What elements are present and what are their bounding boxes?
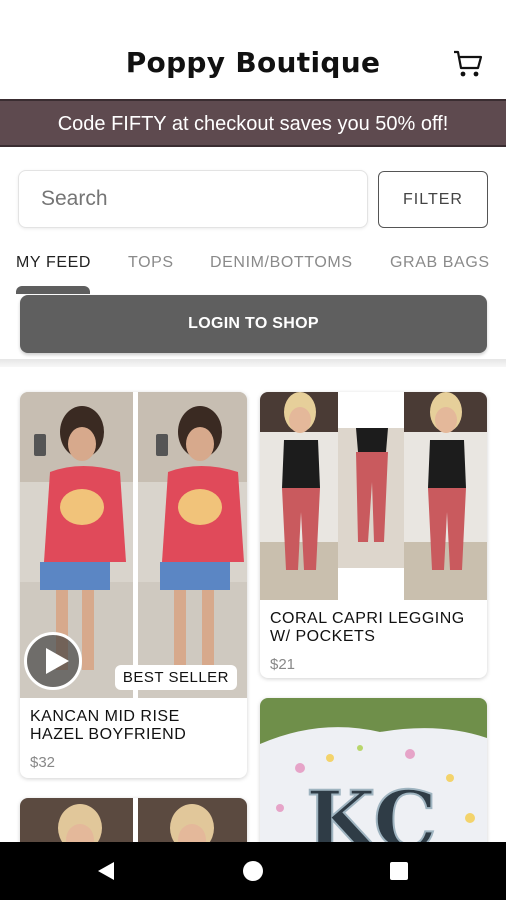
product-name-line: CORAL CAPRI LEGGING <box>270 610 465 627</box>
search-field[interactable] <box>18 170 368 228</box>
tab-grab-bags[interactable]: GRAB BAGS <box>390 254 490 272</box>
product-price: $32 <box>30 754 56 771</box>
filter-button[interactable]: FILTER <box>378 171 488 228</box>
system-navigation-bar <box>0 842 506 900</box>
search-input[interactable] <box>41 187 367 211</box>
product-card[interactable]: BEST SELLER KANCAN MID RISE HAZEL BOYFRI… <box>20 392 247 778</box>
home-icon[interactable] <box>243 861 263 881</box>
tab-my-feed[interactable]: MY FEED <box>16 254 91 272</box>
product-name-line: HAZEL BOYFRIEND <box>30 726 187 743</box>
product-name-line: W/ POCKETS <box>270 628 376 645</box>
login-to-shop-button[interactable]: LOGIN TO SHOP <box>20 295 487 353</box>
product-photo-kc-sweatshirt: KC <box>260 698 487 858</box>
tab-denim-bottoms[interactable]: DENIM/BOTTOMS <box>210 254 353 272</box>
back-icon[interactable] <box>96 861 116 881</box>
play-icon <box>46 648 69 674</box>
product-name[interactable]: CORAL CAPRI LEGGING W/ POCKETS <box>260 600 487 646</box>
product-photo-capri <box>260 392 487 600</box>
product-image[interactable] <box>260 392 487 600</box>
page-title: Poppy Boutique <box>125 46 381 79</box>
active-tab-indicator <box>16 286 90 294</box>
product-price: $21 <box>270 656 296 673</box>
product-card[interactable]: CORAL CAPRI LEGGING W/ POCKETS $21 <box>260 392 487 678</box>
cart-icon[interactable] <box>452 48 484 80</box>
section-divider <box>0 359 506 367</box>
promo-banner[interactable]: Code FIFTY at checkout saves you 50% off… <box>0 99 506 147</box>
best-seller-badge: BEST SELLER <box>114 665 237 690</box>
product-image[interactable]: BEST SELLER <box>20 392 247 698</box>
product-name[interactable]: KANCAN MID RISE HAZEL BOYFRIEND <box>20 698 247 744</box>
product-card[interactable]: KC <box>260 698 487 858</box>
recents-icon[interactable] <box>390 862 408 880</box>
play-video-button[interactable] <box>24 632 82 690</box>
app-header: Poppy Boutique <box>0 0 506 100</box>
category-tabs: MY FEED TOPS DENIM/BOTTOMS GRAB BAGS <box>0 248 506 296</box>
tab-tops[interactable]: TOPS <box>128 254 174 272</box>
product-name-line: KANCAN MID RISE <box>30 708 180 725</box>
